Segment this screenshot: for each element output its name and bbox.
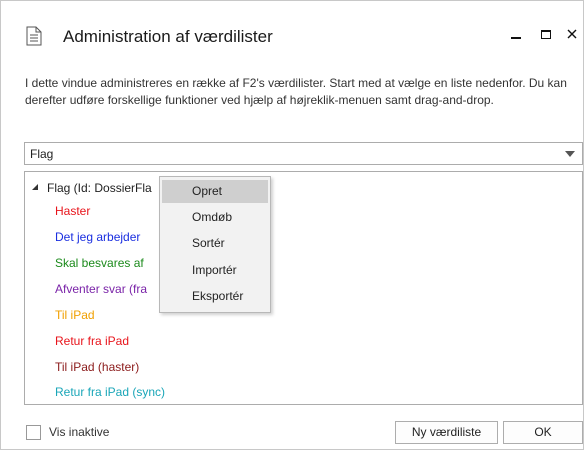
expand-triangle-icon[interactable]	[31, 183, 39, 191]
close-button[interactable]	[558, 21, 584, 49]
tree-item-retur-fra-ipad[interactable]: Retur fra iPad	[55, 334, 129, 348]
minimize-icon	[511, 37, 521, 39]
tree-root-label: Flag (Id: DossierFla	[47, 181, 152, 195]
show-inactive-label: Vis inaktive	[49, 425, 110, 439]
window-title: Administration af værdilister	[63, 27, 273, 46]
close-icon	[567, 29, 577, 39]
tree-item-til-ipad-haster[interactable]: Til iPad (haster)	[55, 360, 139, 374]
document-icon	[26, 26, 42, 46]
dialog-window: Administration af værdilister I dette vi…	[0, 0, 584, 450]
menu-item-opret[interactable]: Opret	[162, 180, 268, 203]
tree-item-til-ipad[interactable]: Til iPad	[55, 308, 95, 322]
tree-item-skal-besvares[interactable]: Skal besvares af	[55, 256, 144, 270]
maximize-icon	[541, 30, 551, 39]
tree-item-haster[interactable]: Haster	[55, 204, 90, 218]
menu-item-importer[interactable]: Importér	[162, 259, 268, 282]
context-menu: Opret Omdøb Sortér Importér Eksportér	[159, 176, 271, 313]
menu-item-omdob[interactable]: Omdøb	[162, 206, 268, 229]
show-inactive-checkbox[interactable]	[26, 425, 41, 440]
list-select-value: Flag	[30, 147, 54, 161]
list-select-dropdown[interactable]: Flag	[24, 142, 583, 165]
value-list-tree[interactable]: Flag (Id: DossierFla Haster Det jeg arbe…	[24, 171, 583, 405]
tree-item-retur-fra-ipad-sync[interactable]: Retur fra iPad (sync)	[55, 385, 165, 399]
title-bar: Administration af værdilister	[1, 1, 583, 61]
ok-button[interactable]: OK	[503, 421, 583, 444]
tree-item-det-jeg-arbejder[interactable]: Det jeg arbejder	[55, 230, 140, 244]
description-text: I dette vindue administreres en række af…	[25, 76, 567, 107]
maximize-button[interactable]	[531, 21, 561, 49]
chevron-down-icon	[565, 151, 575, 157]
minimize-button[interactable]	[501, 21, 531, 49]
menu-item-sorter[interactable]: Sortér	[162, 232, 268, 255]
new-value-list-button[interactable]: Ny værdiliste	[395, 421, 498, 444]
menu-item-eksporter[interactable]: Eksportér	[162, 285, 268, 308]
tree-item-afventer-svar[interactable]: Afventer svar (fra	[55, 282, 147, 296]
